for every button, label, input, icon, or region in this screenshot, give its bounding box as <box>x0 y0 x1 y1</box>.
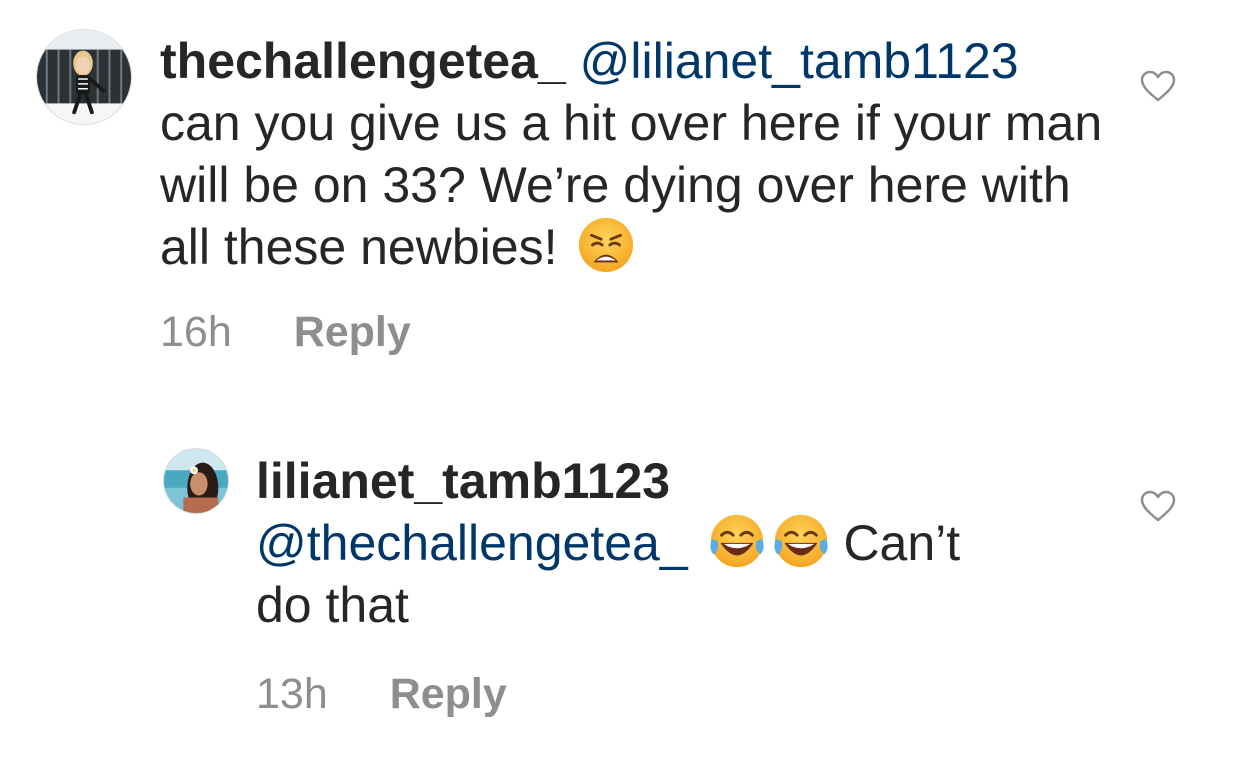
weary-face-emoji <box>577 216 635 274</box>
comment-text: lilianet_tamb1123 @thechallengetea_ Can’… <box>256 450 1116 636</box>
face-with-tears-of-joy-emoji <box>772 512 830 570</box>
comment-mention[interactable]: @thechallengetea_ <box>256 515 688 571</box>
comment-mention[interactable]: @lilianet_tamb1123 <box>580 33 1019 89</box>
profile-photo-image <box>164 449 228 513</box>
comment-meta: 16h Reply <box>160 308 1110 357</box>
avatar[interactable] <box>163 448 229 514</box>
face-with-tears-of-joy-emoji <box>708 512 766 570</box>
comment-username[interactable]: lilianet_tamb1123 <box>256 453 670 509</box>
avatar[interactable] <box>36 29 132 125</box>
comment-body-line2: do that <box>256 577 409 633</box>
comment-body-line1: Can’t <box>843 515 961 571</box>
comment-username[interactable]: thechallengetea_ <box>160 33 566 89</box>
comment-text: thechallengetea_ @lilianet_tamb1123 can … <box>160 30 1110 278</box>
comment-timestamp: 16h <box>160 308 232 356</box>
bitmoji-avatar-image <box>37 30 131 124</box>
heart-outline-icon[interactable] <box>1140 70 1176 102</box>
comment-timestamp: 13h <box>256 670 328 718</box>
reply-button[interactable]: Reply <box>390 670 507 719</box>
comment-meta: 13h Reply <box>256 670 1116 719</box>
comments-thread: thechallengetea_ @lilianet_tamb1123 can … <box>0 0 1242 760</box>
reply-button[interactable]: Reply <box>294 308 411 357</box>
heart-outline-icon[interactable] <box>1140 490 1176 522</box>
